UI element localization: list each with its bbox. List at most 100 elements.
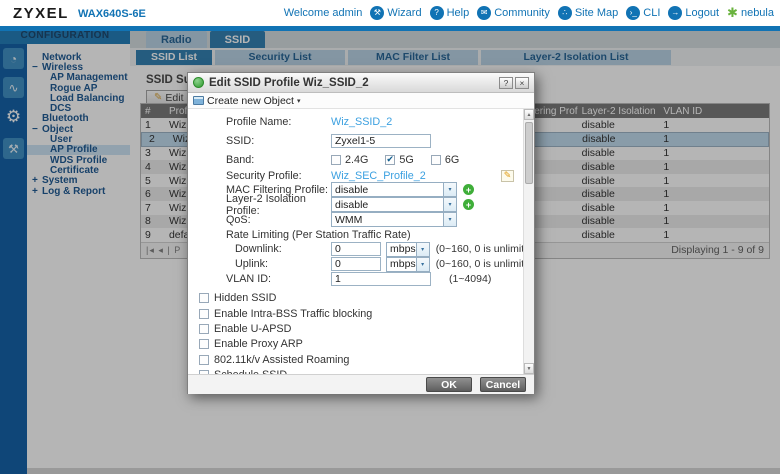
header-link-label: Wizard bbox=[387, 7, 421, 19]
dropdown-arrow-icon: ▾ bbox=[443, 198, 456, 211]
uplink-input[interactable] bbox=[331, 257, 381, 271]
edit-ssid-profile-dialog: Edit SSID Profile Wiz_SSID_2 ? × Create … bbox=[187, 72, 535, 394]
ssid-label: SSID: bbox=[226, 135, 331, 147]
cancel-button[interactable]: Cancel bbox=[480, 377, 526, 392]
option-row-enable-proxy-arp: Enable Proxy ARP bbox=[199, 337, 520, 352]
band-checkbox-6g[interactable] bbox=[431, 155, 441, 165]
dialog-footer: OK Cancel bbox=[188, 374, 534, 394]
dropdown-arrow-icon: ▾ bbox=[443, 183, 456, 196]
uplink-range-note: (0~160, 0 is unlimited) bbox=[436, 258, 534, 270]
band-option-label: 2.4G bbox=[345, 154, 368, 166]
option-row-schedule-ssid: Schedule SSID bbox=[199, 367, 520, 374]
dialog-scrollbar[interactable]: ▲ ▼ bbox=[523, 109, 534, 374]
security-profile-label: Security Profile: bbox=[226, 170, 331, 182]
qos-select[interactable]: WMM ▾ bbox=[331, 212, 457, 227]
band-option-label: 6G bbox=[445, 154, 459, 166]
create-new-object-button[interactable]: Create new Object ▾ bbox=[188, 93, 534, 109]
welcome-text: Welcome admin bbox=[284, 7, 363, 19]
option-label: Schedule SSID bbox=[214, 369, 287, 374]
band-option-6g[interactable]: 6G bbox=[431, 154, 459, 166]
top-header: ZYXEL WAX640S-6E Welcome admin ⚒Wizard?H… bbox=[0, 0, 780, 26]
band-option-label: 5G bbox=[399, 154, 413, 166]
ssid-input[interactable] bbox=[331, 134, 431, 148]
header-link-community[interactable]: ✉Community bbox=[477, 6, 550, 20]
zyxel-logo: ZYXEL bbox=[13, 5, 69, 22]
scroll-down-icon[interactable]: ▼ bbox=[524, 363, 534, 374]
option-label: 802.11k/v Assisted Roaming bbox=[214, 354, 349, 366]
header-link-label: Help bbox=[447, 7, 470, 19]
dialog-title: Edit SSID Profile Wiz_SSID_2 bbox=[209, 77, 369, 89]
add-l2-profile-button[interactable]: + bbox=[463, 199, 474, 210]
vlan-id-label: VLAN ID: bbox=[226, 273, 331, 285]
caret-down-icon: ▾ bbox=[297, 97, 301, 105]
dialog-body: Profile Name: Wiz_SSID_2 SSID: Band: 2.4… bbox=[188, 109, 534, 374]
downlink-unit-select[interactable]: mbps ▾ bbox=[386, 242, 430, 257]
checkbox-enable-intra-bss-traffic-blocking[interactable] bbox=[199, 309, 209, 319]
checkbox-enable-u-apsd[interactable] bbox=[199, 324, 209, 334]
dialog-help-button[interactable]: ? bbox=[499, 77, 513, 89]
uplink-unit-select[interactable]: mbps ▾ bbox=[386, 257, 430, 272]
checkbox-enable-proxy-arp[interactable] bbox=[199, 339, 209, 349]
profile-name-label: Profile Name: bbox=[226, 116, 331, 128]
header-link-label: Logout bbox=[685, 7, 719, 19]
mac-filtering-select[interactable]: disable ▾ bbox=[331, 182, 457, 197]
create-object-icon bbox=[193, 96, 204, 105]
l2-isolation-select[interactable]: disable ▾ bbox=[331, 197, 457, 212]
option-label: Enable Proxy ARP bbox=[214, 338, 303, 350]
option-label: Enable Intra-BSS Traffic blocking bbox=[214, 308, 372, 320]
dialog-bullet-icon bbox=[193, 77, 204, 88]
downlink-range-note: (0~160, 0 is unlimited) bbox=[436, 243, 534, 255]
help-icon: ? bbox=[430, 6, 444, 20]
qos-label: QoS: bbox=[226, 214, 331, 226]
header-links: Welcome admin ⚒Wizard?Help✉Community∴Sit… bbox=[284, 0, 774, 26]
uplink-label: Uplink: bbox=[226, 258, 331, 270]
dialog-titlebar: Edit SSID Profile Wiz_SSID_2 ? × bbox=[188, 73, 534, 93]
band-option-5g[interactable]: 5G bbox=[385, 154, 413, 166]
header-link-help[interactable]: ?Help bbox=[430, 6, 470, 20]
cli-icon: ›_ bbox=[626, 6, 640, 20]
header-link-logout[interactable]: →Logout bbox=[668, 6, 719, 20]
checkbox-802-11k-v-assisted-roaming[interactable] bbox=[199, 355, 209, 365]
option-row-enable-u-apsd: Enable U-APSD bbox=[199, 321, 520, 336]
scroll-up-icon[interactable]: ▲ bbox=[524, 109, 534, 120]
edit-security-profile-icon[interactable]: ✎ bbox=[501, 170, 514, 182]
band-checkbox-5g[interactable] bbox=[385, 155, 395, 165]
downlink-label: Downlink: bbox=[226, 243, 331, 255]
sitemap-icon: ∴ bbox=[558, 6, 572, 20]
option-label: Enable U-APSD bbox=[214, 323, 291, 335]
ok-button[interactable]: OK bbox=[426, 377, 472, 392]
wizard-icon: ⚒ bbox=[370, 6, 384, 20]
vlan-range-note: (1~4094) bbox=[449, 273, 491, 285]
header-link-label: Community bbox=[494, 7, 550, 19]
checkbox-schedule-ssid[interactable] bbox=[199, 370, 209, 374]
option-label: Hidden SSID bbox=[214, 292, 276, 304]
security-profile-link[interactable]: Wiz_SEC_Profile_2 bbox=[331, 170, 426, 182]
header-link-wizard[interactable]: ⚒Wizard bbox=[370, 6, 421, 20]
nebula-icon: ✱ bbox=[727, 5, 738, 21]
band-label: Band: bbox=[226, 154, 331, 166]
band-option-2-4g[interactable]: 2.4G bbox=[331, 154, 368, 166]
band-checkbox-2-4g[interactable] bbox=[331, 155, 341, 165]
device-model: WAX640S-6E bbox=[78, 8, 146, 20]
vlan-id-input[interactable] bbox=[331, 272, 431, 286]
add-mac-profile-button[interactable]: + bbox=[463, 184, 474, 195]
dropdown-arrow-icon: ▾ bbox=[416, 243, 429, 256]
rate-limiting-label: Rate Limiting (Per Station Traffic Rate) bbox=[226, 229, 411, 241]
community-icon: ✉ bbox=[477, 6, 491, 20]
option-row-enable-intra-bss-traffic-blocking: Enable Intra-BSS Traffic blocking bbox=[199, 306, 520, 321]
downlink-input[interactable] bbox=[331, 242, 381, 256]
nebula-link[interactable]: ✱ nebula bbox=[727, 5, 774, 21]
dropdown-arrow-icon: ▾ bbox=[416, 258, 429, 271]
checkbox-hidden-ssid[interactable] bbox=[199, 293, 209, 303]
option-row-802-11k-v-assisted-roaming: 802.11k/v Assisted Roaming bbox=[199, 352, 520, 367]
option-row-hidden-ssid: Hidden SSID bbox=[199, 291, 520, 306]
app-root: ZYXEL WAX640S-6E Welcome admin ⚒Wizard?H… bbox=[0, 0, 780, 474]
dropdown-arrow-icon: ▾ bbox=[443, 213, 456, 226]
nebula-label: nebula bbox=[741, 7, 774, 19]
dialog-close-button[interactable]: × bbox=[515, 77, 529, 89]
header-link-label: CLI bbox=[643, 7, 660, 19]
header-link-cli[interactable]: ›_CLI bbox=[626, 6, 660, 20]
logout-icon: → bbox=[668, 6, 682, 20]
scrollbar-thumb[interactable] bbox=[525, 122, 533, 184]
header-link-site-map[interactable]: ∴Site Map bbox=[558, 6, 618, 20]
